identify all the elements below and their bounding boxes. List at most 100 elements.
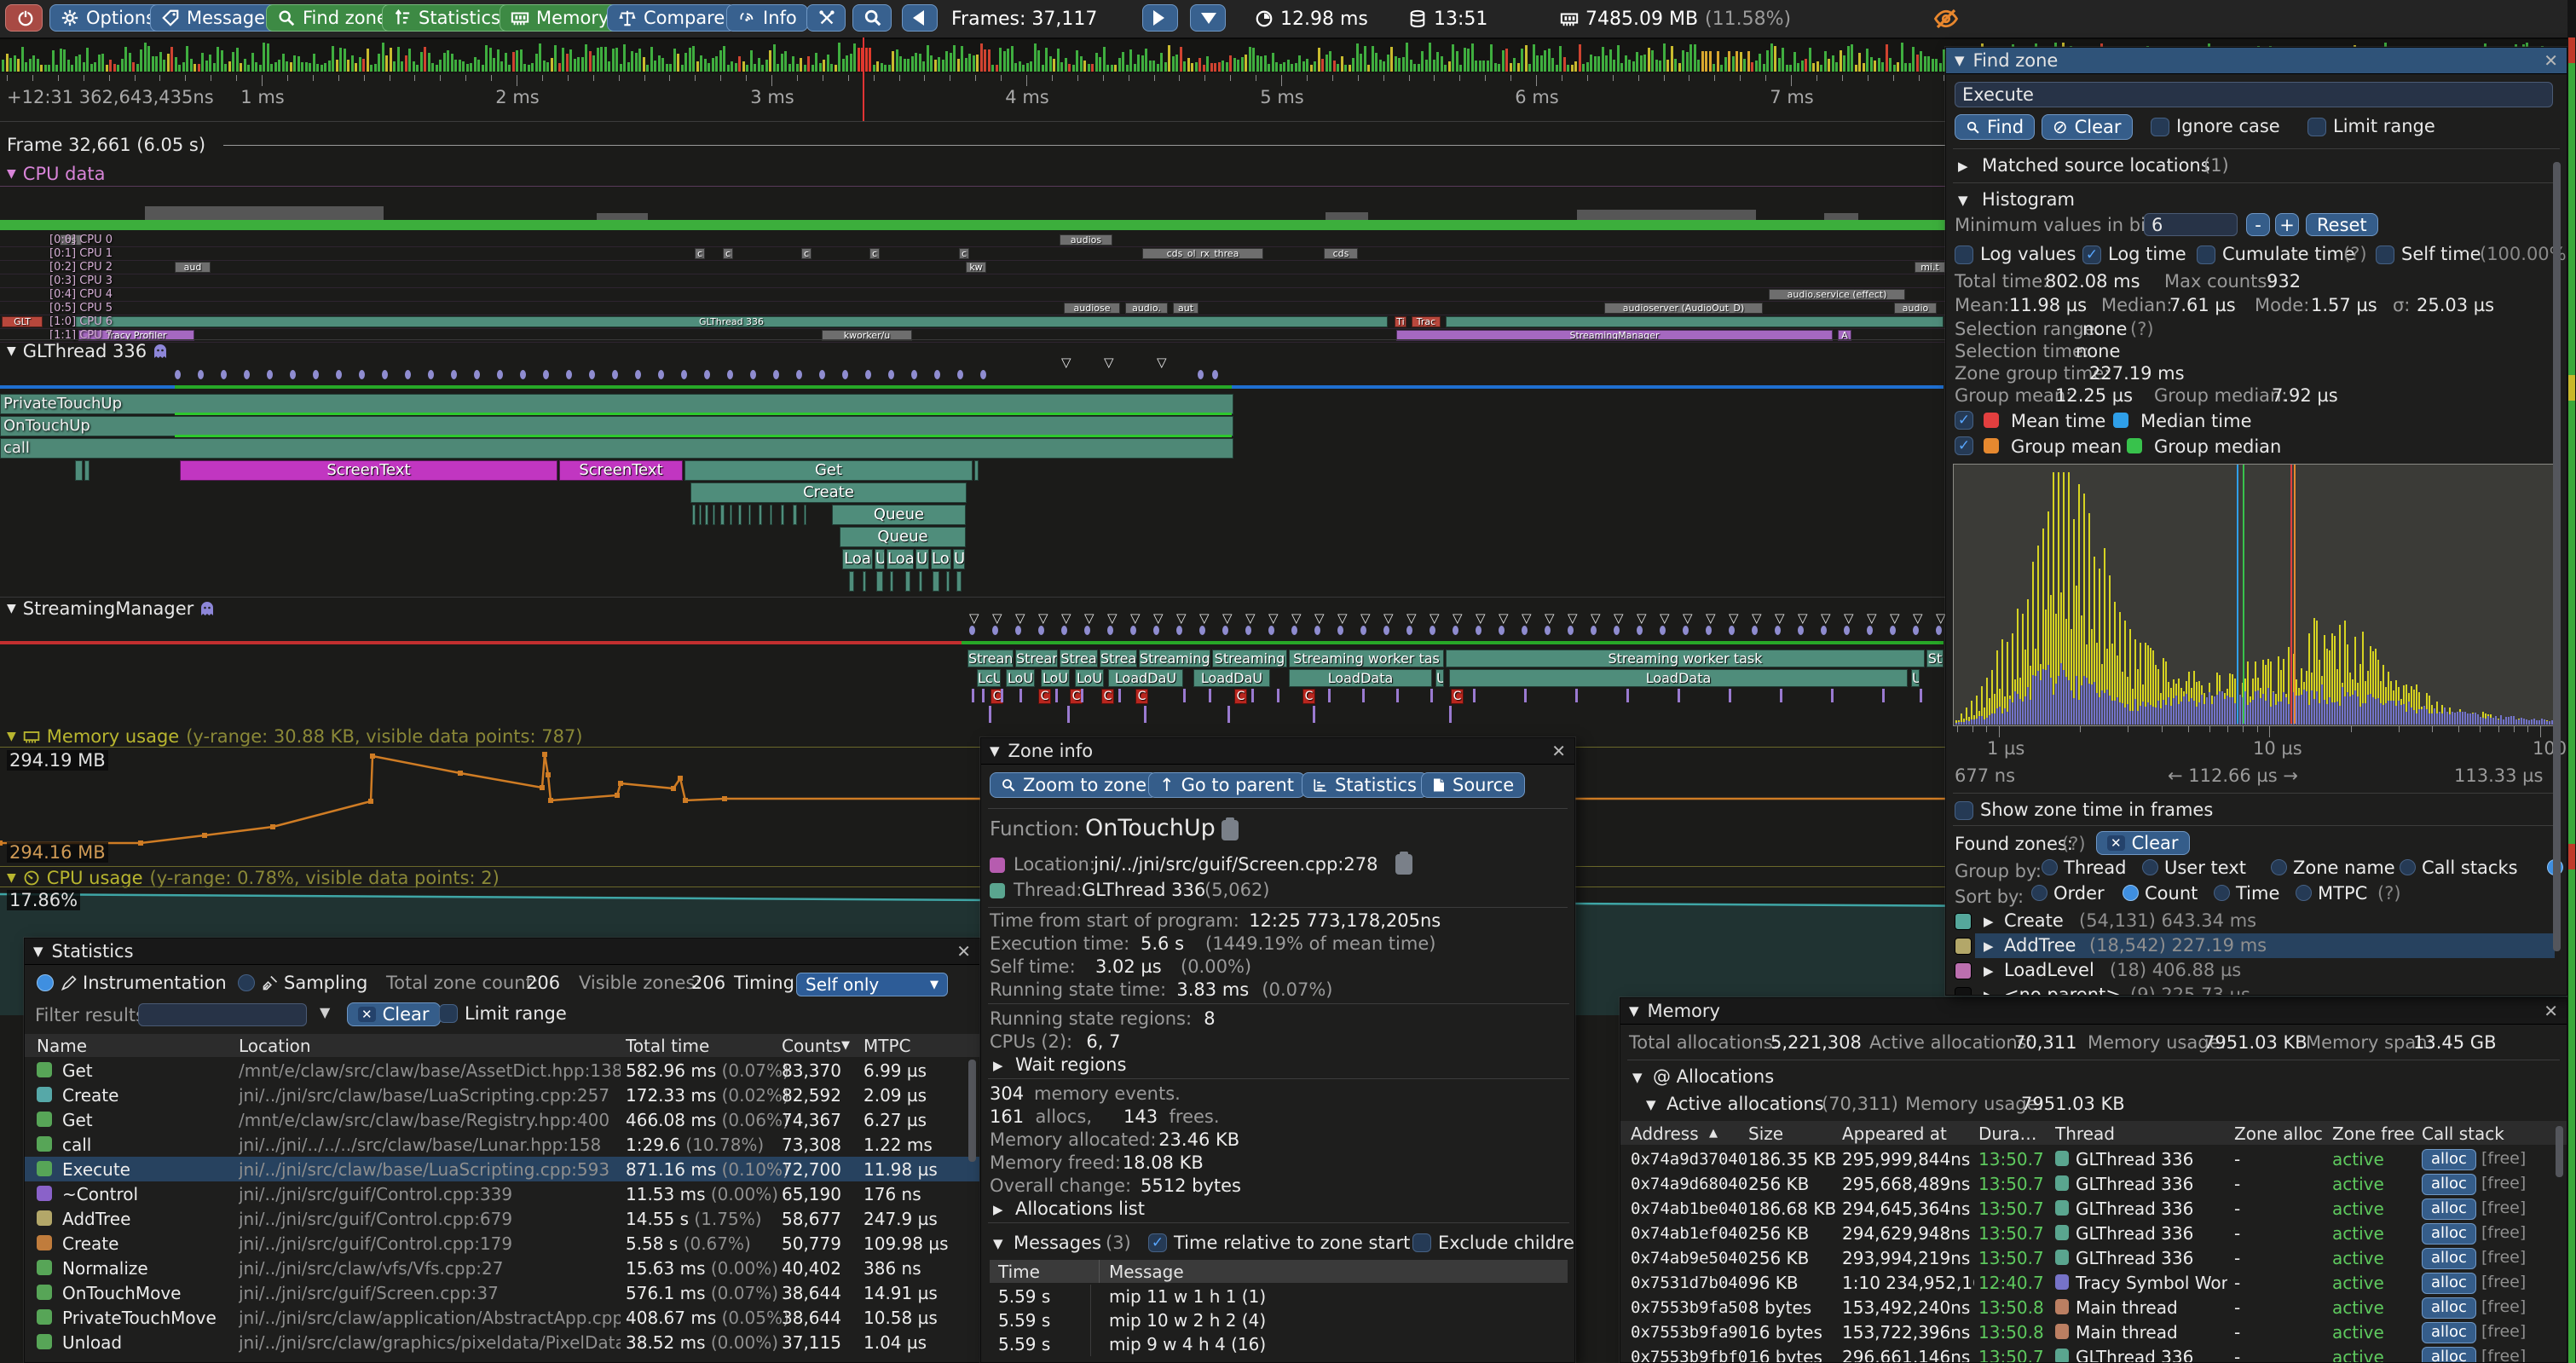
zone[interactable] <box>713 505 715 525</box>
memory-table-row[interactable]: 0x74ab9e5040256 KB293,994,219ns13:50.7GL… <box>1620 1245 2567 1270</box>
cpu-zone[interactable]: c <box>869 248 880 259</box>
zone[interactable]: LoU <box>1075 669 1104 687</box>
alloc-callstack-button[interactable]: alloc <box>2422 1322 2476 1343</box>
group-by-radio[interactable] <box>2400 859 2416 875</box>
zone[interactable]: Strear <box>1015 650 1058 667</box>
show-zone-time-checkbox[interactable] <box>1955 801 1973 820</box>
sample-dot[interactable] <box>980 370 986 379</box>
find-zone-search-input[interactable] <box>1955 82 2553 107</box>
stats-table-row[interactable]: PrivateTouchMovejni/../jni/src/claw/appl… <box>25 1305 980 1330</box>
zone[interactable]: U <box>1435 669 1444 687</box>
message-marker-icon[interactable]: ▽ <box>1729 610 1739 626</box>
zone[interactable] <box>748 505 751 525</box>
zone[interactable] <box>770 505 772 525</box>
zone[interactable]: Queue <box>840 527 966 547</box>
zone[interactable] <box>699 505 702 525</box>
cpu-zone[interactable]: c <box>723 248 733 259</box>
zone[interactable]: Loa <box>931 549 951 569</box>
zone[interactable] <box>730 505 732 525</box>
tree-expand-icon[interactable]: ▶ <box>993 1058 1003 1073</box>
time-relative-checkbox[interactable]: ✓ <box>1148 1233 1167 1252</box>
sample-dot[interactable] <box>1406 626 1412 635</box>
sort-by-radio[interactable] <box>2031 885 2048 901</box>
message-marker-icon[interactable]: ▽ <box>1706 610 1716 626</box>
message-marker-icon[interactable]: ▽ <box>1660 610 1670 626</box>
sample-dot[interactable] <box>520 370 526 379</box>
message-marker-icon[interactable]: ▽ <box>1476 610 1486 626</box>
sample-dot[interactable] <box>1061 626 1067 635</box>
sort-by-hint[interactable]: (?) <box>2377 883 2401 904</box>
zone[interactable]: LoU <box>1006 669 1035 687</box>
zone[interactable] <box>974 460 979 481</box>
zone[interactable]: Streaming worker task <box>1446 650 1925 667</box>
sample-dot[interactable] <box>1337 626 1343 635</box>
sample-dot[interactable] <box>1222 626 1228 635</box>
sample-dot[interactable] <box>957 370 963 379</box>
message-marker-icon[interactable]: ▽ <box>1130 610 1141 626</box>
zone[interactable]: C <box>1135 689 1148 704</box>
find-button[interactable]: Find <box>1955 114 2035 140</box>
message-marker-icon[interactable]: ▽ <box>1314 610 1325 626</box>
sample-dot[interactable] <box>1430 626 1435 635</box>
zone[interactable]: LoadData <box>1449 669 1908 687</box>
sample-dot[interactable] <box>1614 626 1620 635</box>
zone-block[interactable] <box>0 416 1233 436</box>
zone[interactable]: ScreenText <box>180 460 557 481</box>
crash-indicator[interactable] <box>1933 0 1959 38</box>
sample-dot[interactable] <box>1268 626 1274 635</box>
memory-table-row[interactable]: 0x74ab1ef040256 KB294,629,948ns13:50.7GL… <box>1620 1221 2567 1245</box>
found-zone-row[interactable]: ▶AddTree(18,542) 227.19 ms <box>1946 933 2567 958</box>
message-marker-icon[interactable]: ▽ <box>1890 610 1900 626</box>
close-icon[interactable]: ✕ <box>2544 1001 2558 1021</box>
zone[interactable] <box>905 571 910 592</box>
zone[interactable]: C <box>1451 689 1464 704</box>
cpu-zone[interactable]: audioserver (AudioOut_D) <box>1604 303 1763 314</box>
zone[interactable]: U <box>875 549 885 569</box>
zone[interactable] <box>793 505 797 525</box>
compare-button[interactable]: Compare <box>607 4 736 32</box>
message-marker-icon[interactable]: ▽ <box>1337 610 1348 626</box>
cpu-zone[interactable]: c <box>959 248 969 259</box>
sampling-label[interactable]: Sampling <box>284 973 367 993</box>
sample-dot[interactable] <box>198 370 204 379</box>
message-marker-icon[interactable]: ▽ <box>1268 610 1279 626</box>
sample-dot[interactable] <box>1176 626 1182 635</box>
sample-dot[interactable] <box>313 370 319 379</box>
ignore-case-checkbox[interactable] <box>2151 118 2169 136</box>
zone[interactable]: C <box>1302 689 1315 704</box>
message-marker-icon[interactable]: ▽ <box>1913 610 1923 626</box>
alloc-callstack-button[interactable]: alloc <box>2422 1347 2476 1363</box>
zone[interactable] <box>804 505 806 525</box>
tree-label[interactable]: Wait regions <box>1015 1054 1126 1075</box>
message-marker-icon[interactable]: ▽ <box>1061 610 1071 626</box>
zone[interactable]: U <box>1911 669 1920 687</box>
sample-dot[interactable] <box>1476 626 1481 635</box>
statistics-titlebar[interactable]: ▼ Statistics ✕ <box>25 939 979 965</box>
sample-dot[interactable] <box>750 370 756 379</box>
group-by-option[interactable]: Zone name <box>2293 858 2395 878</box>
mean-median-checkbox[interactable]: ✓ <box>1955 411 1973 430</box>
zone[interactable]: Loa <box>842 549 873 569</box>
sample-dot[interactable] <box>566 370 572 379</box>
message-marker-icon[interactable]: ▽ <box>1591 610 1601 626</box>
sample-dot[interactable] <box>175 370 181 379</box>
memory-table-header[interactable]: Address ▲ Size Appeared at Dura… Thread … <box>1620 1121 2567 1145</box>
found-zones-clear-button[interactable]: ✕ Clear <box>2096 831 2190 855</box>
find-zone-histogram[interactable] <box>1953 464 2556 726</box>
zone[interactable] <box>946 571 950 592</box>
sort-by-radio[interactable] <box>2296 885 2312 901</box>
alloc-callstack-button[interactable]: alloc <box>2422 1273 2476 1294</box>
min-values-in-bin-input[interactable] <box>2144 213 2238 236</box>
frame-separator-label[interactable]: Frame 32,661 (6.05 s) <box>7 135 205 155</box>
zone[interactable]: LoadDaU <box>1193 669 1270 687</box>
sample-dot[interactable] <box>1383 626 1389 635</box>
message-marker-icon[interactable]: ▽ <box>1683 610 1693 626</box>
sample-dot[interactable] <box>1637 626 1643 635</box>
message-marker-icon[interactable]: ▽ <box>1406 610 1417 626</box>
exclude-children-checkbox[interactable] <box>1412 1233 1431 1252</box>
memory-usage-header[interactable]: ▼ Memory usage (y-range: 30.88 KB, visib… <box>7 726 583 747</box>
zone[interactable] <box>720 505 725 525</box>
find-clear-button[interactable]: ⊘ Clear <box>2042 114 2133 140</box>
log-time-checkbox[interactable]: ✓ <box>2082 245 2101 264</box>
cpu-zone[interactable]: audio.service (effect) <box>1769 289 1905 300</box>
